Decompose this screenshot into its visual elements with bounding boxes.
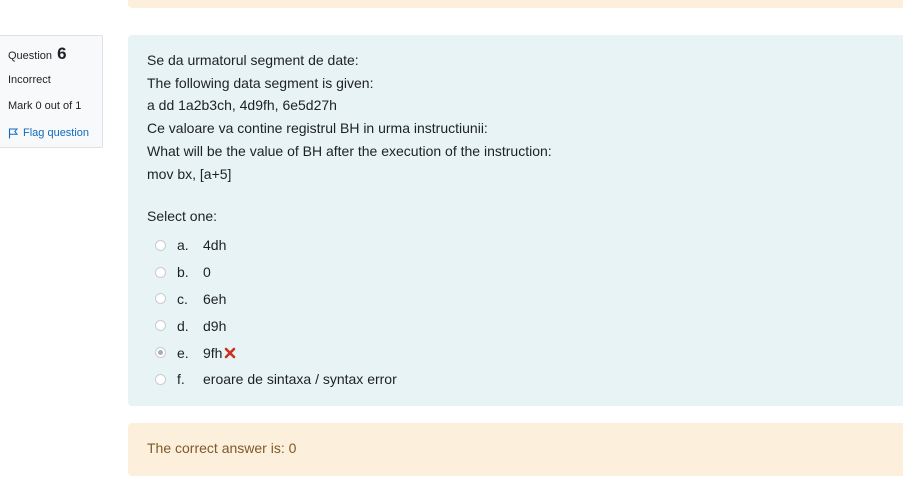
answer-option-d[interactable]: d. d9h xyxy=(155,312,226,339)
feedback-panel: The correct answer is: 0 xyxy=(128,423,903,476)
question-info-panel: Question 6 Incorrect Mark 0 out of 1 Fla… xyxy=(0,35,103,148)
question-grade: Mark 0 out of 1 xyxy=(8,100,82,112)
question-text-line: Se da urmatorul segment de date: xyxy=(147,52,359,68)
radio-button[interactable] xyxy=(155,373,166,385)
answer-text: 9fh xyxy=(203,344,223,361)
answer-text: 6eh xyxy=(203,290,227,307)
question-number-value: 6 xyxy=(57,44,67,63)
answer-letter: d. xyxy=(177,317,189,334)
question-label: Question xyxy=(8,50,53,62)
question-text-line: What will be the value of BH after the e… xyxy=(147,142,552,159)
answer-option-c[interactable]: c. 6eh xyxy=(155,286,226,313)
answer-option-a[interactable]: a. 4dh xyxy=(155,232,226,259)
radio-button[interactable] xyxy=(155,239,166,251)
flag-icon xyxy=(8,128,18,138)
answer-letter: a. xyxy=(177,237,189,254)
question-text-line: The following data segment is given: xyxy=(147,74,374,91)
answer-option-e[interactable]: e. 9fh xyxy=(155,339,236,366)
radio-button[interactable] xyxy=(155,320,166,332)
answer-text: eroare de sintaxa / syntax error xyxy=(203,371,397,388)
question-text-line: Ce valoare va contine registrul BH in ur… xyxy=(147,120,488,137)
select-one-prompt: Select one: xyxy=(147,208,218,224)
correct-answer-text: The correct answer is: 0 xyxy=(147,440,297,456)
answer-letter: e. xyxy=(177,344,189,361)
flag-question-link[interactable]: Flag question xyxy=(8,126,89,140)
radio-button[interactable] xyxy=(155,266,166,278)
answer-option-b[interactable]: b. 0 xyxy=(155,259,211,286)
question-state: Incorrect xyxy=(8,74,51,86)
question-number: Question 6 xyxy=(8,45,67,65)
x-icon xyxy=(225,347,236,358)
radio-button[interactable] xyxy=(155,293,166,305)
radio-button-selected[interactable] xyxy=(155,347,166,359)
previous-question-feedback-strip xyxy=(128,0,903,8)
answer-text: 4dh xyxy=(203,237,227,254)
question-formulation: Se da urmatorul segment de date: The fol… xyxy=(128,35,903,406)
answer-option-f[interactable]: f. eroare de sintaxa / syntax error xyxy=(155,366,397,393)
answer-options: a. 4dh b. 0 c. 6eh d. d9h e. 9fh f. eroa… xyxy=(155,232,397,393)
answer-text: d9h xyxy=(203,317,227,334)
answer-text-row: 9fh xyxy=(203,345,236,361)
answer-text: 0 xyxy=(203,264,211,281)
question-text: Se da urmatorul segment de date: The fol… xyxy=(147,49,552,185)
answer-letter: f. xyxy=(177,371,185,388)
question-text-line: a dd 1a2b3ch, 4d9fh, 6e5d27h xyxy=(147,97,337,114)
flag-question-label: Flag question xyxy=(23,127,90,139)
answer-letter: b. xyxy=(177,264,189,281)
answer-letter: c. xyxy=(177,290,188,307)
question-text-line: mov bx, [a+5] xyxy=(147,165,232,182)
